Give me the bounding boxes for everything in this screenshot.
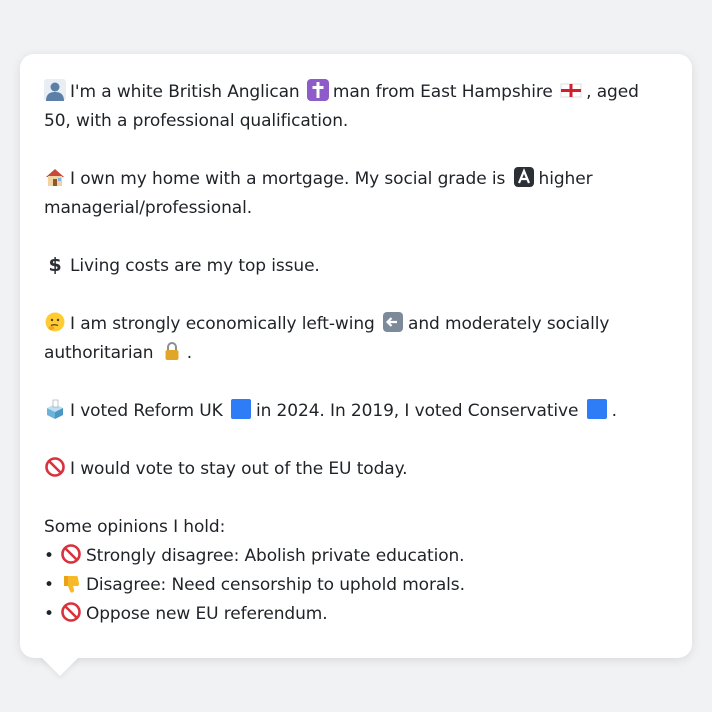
opinion-text: Oppose new EU referendum.: [85, 604, 328, 624]
issue-text: Living costs are my top issue.: [70, 256, 320, 276]
ballot-box-icon: [47, 399, 63, 419]
opinions-heading: Some opinions I hold:: [44, 517, 226, 537]
identity-paragraph: I'm a white British Anglican man from Ea…: [44, 78, 668, 136]
house-icon: [46, 169, 64, 186]
list-item: • Disagree: Need censorship to uphold mo…: [44, 571, 668, 600]
prohibited-icon: [61, 544, 81, 564]
bullet: •: [44, 604, 54, 624]
home-text-1: I own my home with a mortgage. My social…: [70, 169, 506, 189]
blue-square-icon: [230, 399, 251, 419]
identity-text-2: man from East Hampshire: [332, 82, 553, 102]
dollar-sign-icon: $: [48, 254, 61, 275]
bullet: •: [44, 575, 54, 595]
message-bubble: I'm a white British Anglican man from Ea…: [20, 54, 692, 658]
bubble-tail: [40, 656, 80, 676]
bullet: •: [44, 546, 54, 566]
opinion-text: Disagree: Need censorship to uphold mora…: [85, 575, 465, 595]
home-paragraph: I own my home with a mortgage. My social…: [44, 165, 668, 223]
politics-paragraph: I am strongly economically left-wing and…: [44, 310, 668, 368]
thumbs-down-icon: [63, 576, 79, 593]
prohibited-icon: [61, 602, 81, 622]
person-silhouette-icon: [44, 79, 66, 101]
votes-text-3: .: [611, 401, 617, 421]
issue-paragraph: $ Living costs are my top issue.: [44, 252, 668, 281]
opinions-paragraph: Some opinions I hold: • Strongly disagre…: [44, 513, 668, 629]
letter-a-icon: [513, 167, 534, 187]
identity-text-1: I'm a white British Anglican: [70, 82, 300, 102]
left-arrow-icon: [383, 312, 404, 332]
svg-text:$: $: [48, 254, 61, 275]
votes-paragraph: I voted Reform UK in 2024. In 2019, I vo…: [44, 397, 668, 426]
votes-text-1: I voted Reform UK: [70, 401, 223, 421]
thinking-face-icon: [45, 312, 65, 332]
opinion-text: Strongly disagree: Abolish private educa…: [85, 546, 465, 566]
votes-text-2: in 2024. In 2019, I voted Conservative: [255, 401, 579, 421]
prohibited-icon: [45, 457, 65, 477]
blue-square-icon: [586, 399, 607, 419]
eu-text: I would vote to stay out of the EU today…: [70, 459, 408, 479]
list-item: • Oppose new EU referendum.: [44, 600, 668, 629]
england-flag-icon: [560, 83, 582, 98]
latin-cross-icon: [306, 79, 329, 101]
lock-icon: [165, 342, 179, 360]
list-item: • Strongly disagree: Abolish private edu…: [44, 542, 668, 571]
politics-text-1: I am strongly economically left-wing: [70, 314, 375, 334]
eu-paragraph: I would vote to stay out of the EU today…: [44, 455, 668, 484]
politics-text-3: .: [186, 343, 193, 363]
